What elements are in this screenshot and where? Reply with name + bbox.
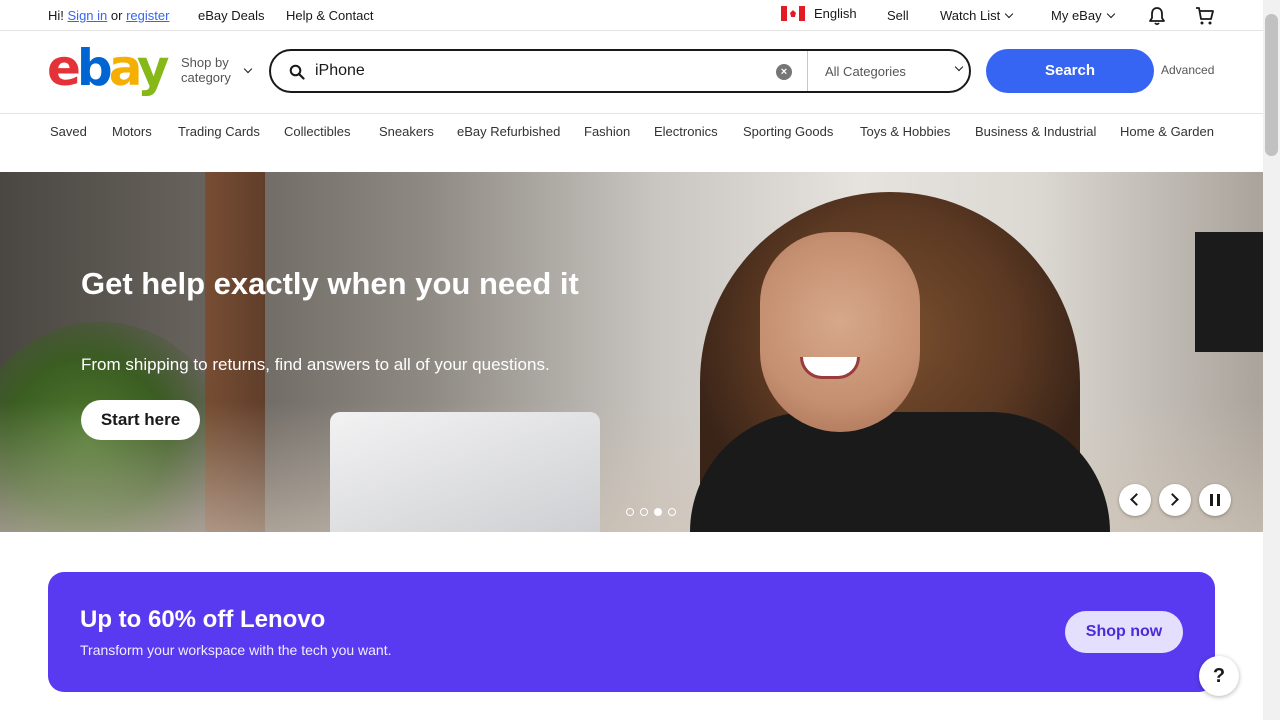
top-bar: Hi! Sign in or register eBay Deals Help … <box>0 0 1263 31</box>
carousel-pause-button[interactable] <box>1199 484 1231 516</box>
nav-item-trading-cards[interactable]: Trading Cards <box>178 124 260 139</box>
carousel-dot[interactable] <box>626 508 634 516</box>
category-nav: Saved Motors Trading Cards Collectibles … <box>0 124 1263 144</box>
page-scrollbar[interactable] <box>1263 0 1280 720</box>
shop-by-category-button[interactable]: Shop by category <box>181 55 231 85</box>
shop-now-button[interactable]: Shop now <box>1065 611 1183 653</box>
ebay-logo[interactable]: ebay <box>47 38 169 98</box>
promo-subtitle: Transform your workspace with the tech y… <box>80 642 392 658</box>
hero-carousel: Get help exactly when you need it From s… <box>0 172 1263 532</box>
carousel-prev-button[interactable] <box>1119 484 1151 516</box>
shop-by-line1: Shop by <box>181 55 229 70</box>
language-selector[interactable]: English <box>781 6 857 22</box>
shop-by-line2: category <box>181 70 231 85</box>
help-button[interactable]: ? <box>1199 656 1239 696</box>
nav-item-home-garden[interactable]: Home & Garden <box>1120 124 1214 139</box>
daily-deals-link[interactable]: eBay Deals <box>198 8 264 23</box>
cart-icon[interactable] <box>1195 6 1215 29</box>
watch-list-label: Watch List <box>940 8 1001 23</box>
hero-image-laptop <box>330 412 600 532</box>
search-icon <box>289 64 305 85</box>
help-contact-link[interactable]: Help & Contact <box>286 8 373 23</box>
nav-item-collectibles[interactable]: Collectibles <box>284 124 350 139</box>
hero-title: Get help exactly when you need it <box>81 266 579 301</box>
search-bar[interactable]: iPhone × All Categories <box>269 49 971 93</box>
my-ebay-menu[interactable]: My eBay <box>1051 8 1115 23</box>
nav-item-fashion[interactable]: Fashion <box>584 124 630 139</box>
bell-icon[interactable] <box>1147 6 1167 29</box>
nav-item-saved[interactable]: Saved <box>50 124 87 139</box>
nav-item-ebay-refurbished[interactable]: eBay Refurbished <box>457 124 560 139</box>
chevron-down-icon <box>1106 9 1115 19</box>
start-here-button[interactable]: Start here <box>81 400 200 440</box>
or-text: or <box>110 8 123 23</box>
carousel-next-button[interactable] <box>1159 484 1191 516</box>
watch-list-menu[interactable]: Watch List <box>940 8 1014 23</box>
sign-in-link[interactable]: Sign in <box>68 8 108 23</box>
chevron-down-icon <box>1004 9 1014 19</box>
clear-search-icon[interactable]: × <box>776 64 792 80</box>
carousel-dots <box>626 508 676 516</box>
sell-link[interactable]: Sell <box>887 8 909 23</box>
hero-image-tv <box>1195 232 1263 352</box>
chevron-down-icon <box>243 64 253 74</box>
chevron-right-icon <box>1166 493 1179 506</box>
nav-item-electronics[interactable]: Electronics <box>654 124 718 139</box>
scrollbar-thumb[interactable] <box>1265 14 1278 156</box>
advanced-search-link[interactable]: Advanced <box>1161 63 1214 77</box>
my-ebay-label: My eBay <box>1051 8 1102 23</box>
header-divider <box>0 113 1263 114</box>
nav-item-motors[interactable]: Motors <box>112 124 152 139</box>
greeting-area: Hi! Sign in or register <box>48 8 169 23</box>
hero-subtitle: From shipping to returns, find answers t… <box>81 355 550 374</box>
hero-image-person-body <box>690 412 1110 532</box>
pause-icon <box>1210 494 1220 506</box>
chevron-down-icon <box>954 62 964 72</box>
register-link[interactable]: register <box>126 8 169 23</box>
chevron-left-icon <box>1130 493 1143 506</box>
nav-item-sneakers[interactable]: Sneakers <box>379 124 434 139</box>
carousel-dot[interactable] <box>640 508 648 516</box>
search-button[interactable]: Search <box>986 49 1154 93</box>
greeting-text: Hi! <box>48 8 64 23</box>
search-divider <box>807 51 808 91</box>
carousel-dot-active[interactable] <box>654 508 662 516</box>
search-input[interactable]: iPhone <box>315 62 365 80</box>
canada-flag-icon <box>781 6 805 22</box>
promo-title: Up to 60% off Lenovo <box>80 606 326 633</box>
nav-item-business-industrial[interactable]: Business & Industrial <box>975 124 1096 139</box>
category-select[interactable]: All Categories <box>825 64 906 79</box>
nav-item-toys-hobbies[interactable]: Toys & Hobbies <box>860 124 950 139</box>
promo-banner: Up to 60% off Lenovo Transform your work… <box>48 572 1215 692</box>
hero-image-person-face <box>760 232 920 432</box>
nav-item-sporting-goods[interactable]: Sporting Goods <box>743 124 833 139</box>
carousel-dot[interactable] <box>668 508 676 516</box>
language-label: English <box>814 6 857 21</box>
